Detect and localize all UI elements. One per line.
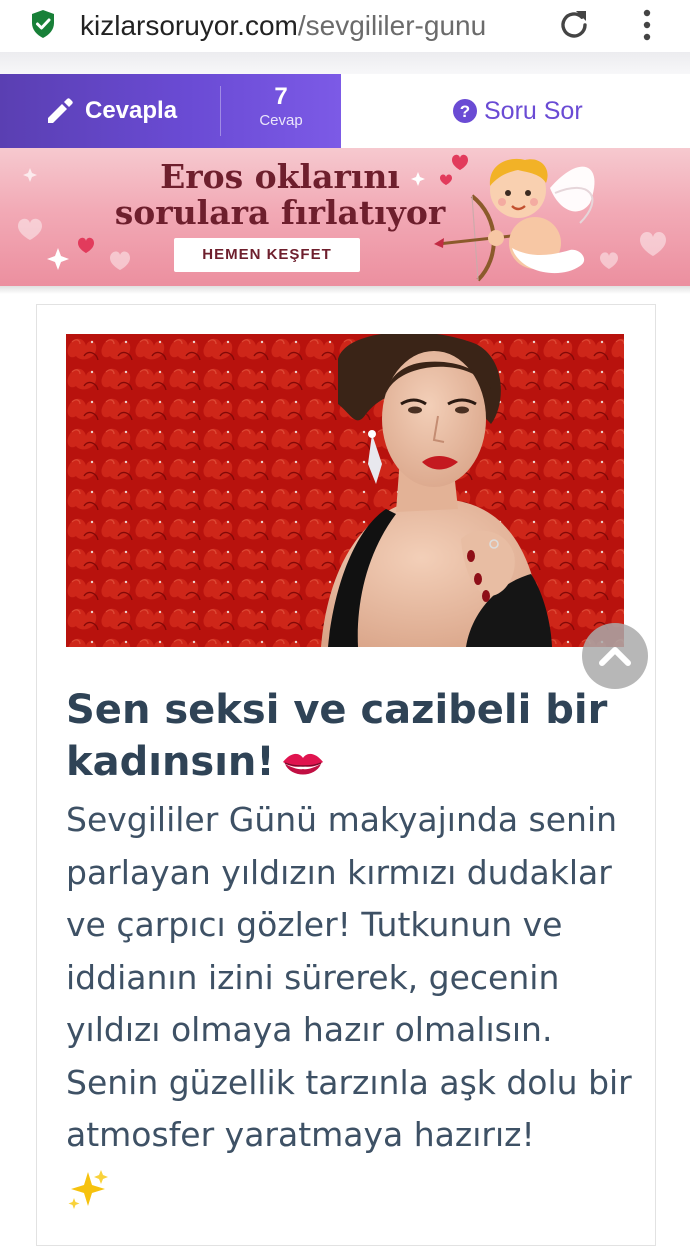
result-description-text: Sevgililer Günü makyajında senin parlaya… [66, 800, 632, 1154]
question-circle-icon: ? [453, 99, 477, 123]
result-headline-text: Sen seksi ve cazibeli bir kadınsın! [66, 687, 608, 785]
pencil-icon [48, 98, 73, 123]
url-bar-shadow [0, 52, 690, 74]
kebab-menu-icon[interactable] [636, 8, 658, 42]
answer-button-label: Cevapla [85, 97, 178, 124]
chevron-up-icon [599, 647, 631, 666]
browser-url-bar: kizlarsoruyor.com/sevgililer-gunu [0, 0, 690, 52]
ask-question-button[interactable]: ? Soru Sor [341, 74, 690, 148]
url-field[interactable]: kizlarsoruyor.com/sevgililer-gunu [80, 8, 538, 44]
banner-cta-button[interactable]: HEMEN KEŞFET [174, 238, 360, 272]
answer-count: 7 [274, 83, 288, 110]
svg-text:?: ? [460, 102, 470, 121]
ask-question-label: Soru Sor [484, 97, 583, 125]
shield-check-icon[interactable] [30, 9, 56, 39]
result-headline: Sen seksi ve cazibeli bir kadınsın! [66, 684, 636, 788]
kiss-lips-icon [282, 753, 323, 775]
answer-button[interactable]: Cevapla 7 Cevap [0, 74, 341, 148]
cupid-illustration [434, 158, 595, 282]
hero-image [66, 334, 624, 647]
banner-shadow [0, 286, 690, 294]
promo-banner[interactable]: Eros oklarını sorulara fırlatıyor HEMEN … [0, 148, 690, 286]
question-action-bar: Cevapla 7 Cevap ? Soru Sor [0, 74, 690, 148]
url-path: /sevgililer-gunu [297, 10, 487, 41]
url-host: kizlarsoruyor.com [80, 10, 298, 41]
sparkles-icon [68, 1169, 108, 1209]
result-description: Sevgililer Günü makyajında senin parlaya… [66, 794, 646, 1212]
reload-icon[interactable] [555, 6, 593, 44]
answer-count-label: Cevap [259, 112, 303, 129]
scroll-to-top-button[interactable] [582, 623, 648, 689]
